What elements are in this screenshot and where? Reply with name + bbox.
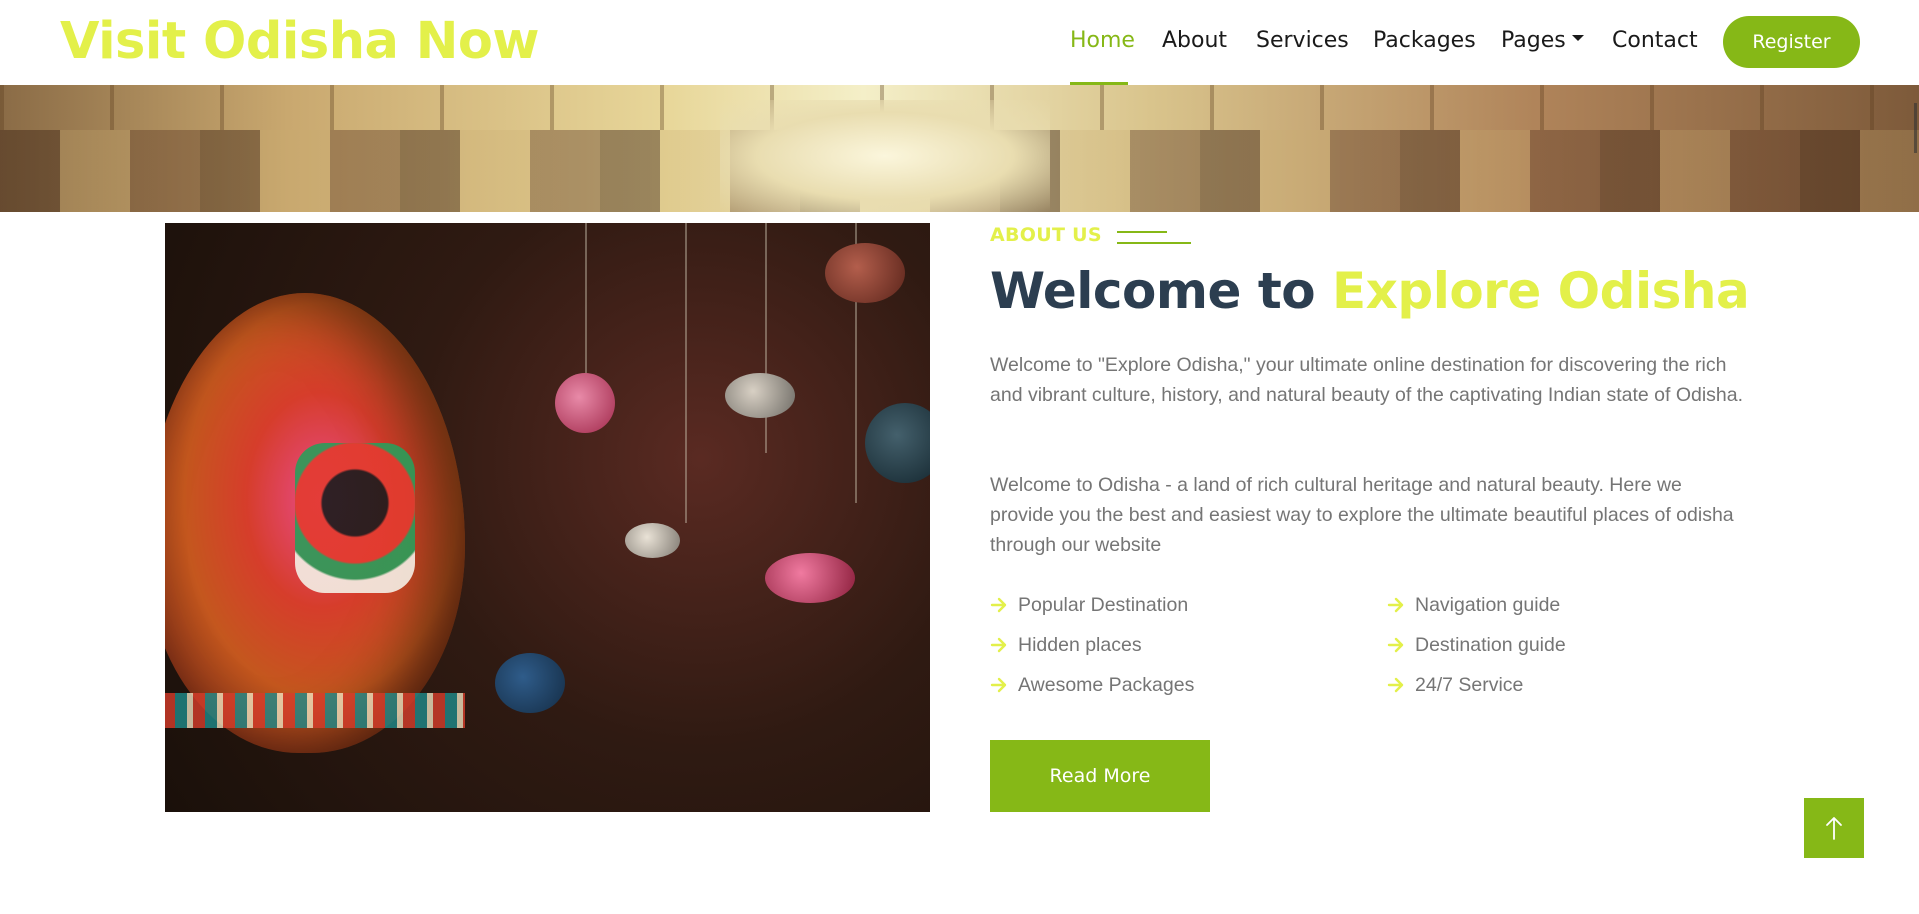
ornament-face: [295, 443, 415, 593]
nav-item-home[interactable]: Home: [1070, 26, 1135, 56]
feature-item: Navigation guide: [1387, 590, 1560, 620]
hanging-string: [685, 223, 687, 523]
nav-item-packages[interactable]: Packages: [1373, 26, 1476, 56]
banner-light-path: [720, 100, 1050, 212]
hanging-bird-ornament: [725, 373, 795, 418]
feature-label: Awesome Packages: [1018, 674, 1195, 696]
brand-logo-text[interactable]: Visit Odisha Now: [60, 8, 540, 76]
section-label: ABOUT US: [990, 224, 1102, 246]
intro-paragraph: Welcome to "Explore Odisha," your ultima…: [990, 354, 1744, 406]
feature-item: 24/7 Service: [1387, 670, 1523, 700]
page-title: Welcome to Explore Odisha: [990, 258, 1750, 324]
feature-item: Hidden places: [990, 630, 1142, 660]
nav-item-pages-label: Pages: [1501, 28, 1566, 53]
arrow-right-icon: [990, 637, 1007, 653]
ornament-band: [165, 693, 465, 728]
hanging-ball-ornament: [495, 653, 565, 713]
register-button[interactable]: Register: [1723, 16, 1860, 68]
feature-item: Popular Destination: [990, 590, 1188, 620]
hanging-bird-ornament: [825, 243, 905, 303]
navbar: Visit Odisha Now Home About Services Pac…: [0, 0, 1919, 85]
hanging-bird-ornament: [555, 373, 615, 433]
hanging-string: [585, 223, 587, 383]
about-photo: [165, 223, 930, 812]
scrollbar-thumb[interactable]: [1914, 103, 1917, 153]
feature-label: Popular Destination: [1018, 594, 1189, 616]
feature-label: Destination guide: [1415, 634, 1566, 656]
caret-down-icon: [1571, 35, 1584, 41]
feature-item: Destination guide: [1387, 630, 1566, 660]
arrow-up-icon: [1826, 817, 1842, 840]
nav-item-pages[interactable]: Pages: [1501, 26, 1584, 56]
section-label-line: [1117, 231, 1167, 233]
hanging-bird-ornament: [765, 553, 855, 603]
arrow-right-icon: [1387, 677, 1404, 693]
feature-item: Awesome Packages: [990, 670, 1194, 700]
feature-label: Navigation guide: [1415, 594, 1561, 616]
hero-banner-image: [0, 85, 1919, 212]
title-accent: Explore Odisha: [1332, 262, 1750, 320]
nav-item-services[interactable]: Services: [1256, 26, 1349, 56]
nav-item-about[interactable]: About: [1162, 26, 1227, 56]
hanging-string: [765, 223, 767, 453]
nav-item-contact[interactable]: Contact: [1612, 26, 1698, 56]
hanging-bird-ornament: [625, 523, 680, 558]
arrow-right-icon: [990, 677, 1007, 693]
arrow-right-icon: [1387, 597, 1404, 613]
feature-label: 24/7 Service: [1415, 674, 1524, 696]
feature-label: Hidden places: [1018, 634, 1142, 656]
section-label-line: [1117, 242, 1191, 244]
arrow-right-icon: [990, 597, 1007, 613]
arrow-right-icon: [1387, 637, 1404, 653]
description-paragraph: Welcome to Odisha - a land of rich cultu…: [990, 474, 1734, 556]
read-more-button[interactable]: Read More: [990, 740, 1210, 812]
back-to-top-button[interactable]: [1804, 798, 1864, 858]
title-main: Welcome to: [990, 262, 1332, 320]
